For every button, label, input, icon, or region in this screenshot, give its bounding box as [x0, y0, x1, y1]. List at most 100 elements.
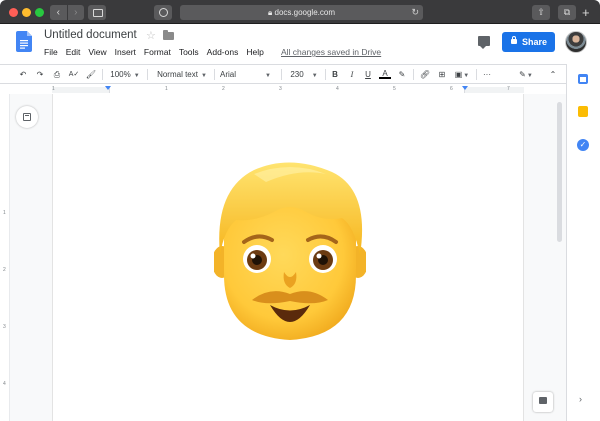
minimize-window-button[interactable]: [22, 8, 31, 17]
privacy-report-icon[interactable]: [154, 5, 172, 20]
spellcheck-icon[interactable]: A✓: [67, 68, 81, 81]
ruler-number: 1: [52, 86, 55, 92]
document-outline-button[interactable]: [16, 106, 38, 128]
side-panel: ✓ ›: [566, 64, 600, 421]
calendar-icon[interactable]: [578, 74, 588, 84]
menu-bar: File Edit View Insert Format Tools Add-o…: [44, 47, 264, 57]
italic-button[interactable]: I: [346, 68, 358, 81]
reload-icon[interactable]: ↻: [411, 5, 419, 20]
ruler-number: 2: [3, 267, 6, 273]
address-bar[interactable]: 🔒︎ docs.google.com ↻: [180, 5, 423, 20]
right-indent-marker[interactable]: [462, 86, 468, 90]
chevron-down-icon: ▼: [311, 73, 318, 79]
chevron-down-icon: ▼: [526, 73, 533, 79]
redo-icon[interactable]: ↷: [33, 68, 47, 81]
safari-share-icon[interactable]: ⇧: [532, 5, 550, 20]
ruler-number: 7: [507, 86, 510, 92]
tab-overview-icon[interactable]: ⧉: [558, 5, 576, 20]
toolbar-divider: [476, 69, 477, 80]
chevron-down-icon: ▼: [133, 73, 140, 79]
insert-link-icon[interactable]: 🔗︎: [418, 68, 432, 81]
paint-format-icon[interactable]: 🖌︎: [84, 68, 98, 81]
explore-button[interactable]: [533, 392, 553, 412]
ruler-number: 2: [222, 86, 225, 92]
sidebar-toggle-icon[interactable]: [88, 5, 106, 20]
save-status-link[interactable]: All changes saved in Drive: [281, 47, 381, 57]
history-nav: ‹ ›: [50, 5, 84, 20]
menu-insert[interactable]: Insert: [115, 47, 136, 57]
undo-icon[interactable]: ↶: [16, 68, 30, 81]
insert-image-icon[interactable]: ▣▼: [452, 68, 472, 81]
collapse-menu-icon[interactable]: ⌃: [546, 68, 560, 81]
font-size-value: 230: [290, 70, 304, 79]
menu-help[interactable]: Help: [246, 47, 263, 57]
more-options-button[interactable]: ···: [480, 68, 494, 81]
ruler-number: 5: [393, 86, 396, 92]
bold-button[interactable]: B: [329, 68, 341, 81]
man-emoji-icon[interactable]: [214, 160, 366, 343]
print-icon[interactable]: ⎙: [50, 68, 64, 81]
maximize-window-button[interactable]: [35, 8, 44, 17]
toolbar-divider: [102, 69, 103, 80]
toolbar-divider: [214, 69, 215, 80]
zoom-select[interactable]: 100% ▼: [108, 68, 142, 81]
menu-tools[interactable]: Tools: [179, 47, 199, 57]
outline-icon: [23, 113, 31, 121]
new-tab-button[interactable]: +: [582, 6, 590, 19]
lock-icon: [511, 36, 517, 44]
ruler-number: 4: [3, 381, 6, 387]
highlight-color-icon[interactable]: ✎: [396, 68, 408, 81]
add-comment-icon[interactable]: ⊞: [436, 68, 448, 81]
vertical-scrollbar[interactable]: [557, 102, 562, 242]
menu-format[interactable]: Format: [144, 47, 171, 57]
star-icon[interactable]: ☆: [146, 29, 156, 42]
chevron-right-icon[interactable]: ›: [579, 394, 582, 404]
browser-titlebar: ‹ › 🔒︎ docs.google.com ↻ ⇧ ⧉ +: [0, 0, 600, 24]
menu-addons[interactable]: Add-ons: [207, 47, 239, 57]
docs-logo-icon[interactable]: [16, 31, 32, 52]
toolbar-divider: [325, 69, 326, 80]
browser-window: ‹ › 🔒︎ docs.google.com ↻ ⇧ ⧉ + Untitled …: [0, 0, 600, 421]
chevron-down-icon: ▼: [200, 73, 207, 79]
menu-edit[interactable]: Edit: [66, 47, 81, 57]
menu-file[interactable]: File: [44, 47, 58, 57]
forward-button[interactable]: ›: [66, 5, 85, 20]
chevron-down-icon: ▼: [265, 73, 271, 79]
paragraph-style-value: Normal text: [157, 70, 198, 79]
font-select[interactable]: Arial ▼: [220, 68, 276, 81]
docs-header: Untitled document ☆ File Edit View Inser…: [0, 24, 600, 64]
close-window-button[interactable]: [9, 8, 18, 17]
document-page[interactable]: [52, 94, 524, 421]
toolbar-divider: [147, 69, 148, 80]
horizontal-ruler[interactable]: 1 1 2 3 4 5 6 7: [52, 85, 524, 94]
keep-icon[interactable]: [578, 106, 588, 117]
toolbar-divider: [281, 69, 282, 80]
document-title[interactable]: Untitled document: [44, 29, 137, 41]
comment-history-icon[interactable]: [478, 36, 490, 49]
zoom-value: 100%: [110, 70, 131, 79]
menu-view[interactable]: View: [88, 47, 106, 57]
font-size-select[interactable]: 230 ▼: [287, 68, 321, 81]
chevron-down-icon: ▼: [463, 73, 470, 79]
document-canvas[interactable]: 1 2 3 4: [0, 94, 566, 421]
tasks-icon[interactable]: ✓: [577, 139, 589, 151]
paragraph-style-select[interactable]: Normal text ▼: [153, 68, 211, 81]
account-avatar[interactable]: [565, 31, 587, 53]
text-color-button[interactable]: A: [379, 68, 391, 79]
share-button[interactable]: Share: [502, 32, 555, 52]
underline-button[interactable]: U: [362, 68, 374, 81]
ruler-number: 3: [279, 86, 282, 92]
left-indent-marker[interactable]: [105, 86, 111, 90]
font-value: Arial: [220, 70, 237, 79]
formatting-toolbar: ↶ ↷ ⎙ A✓ 🖌︎ 100% ▼ Normal text ▼ Arial ▼ 23…: [0, 64, 566, 84]
ruler-number: 4: [336, 86, 339, 92]
back-button[interactable]: ‹: [50, 5, 67, 20]
vertical-ruler[interactable]: 1 2 3 4: [0, 94, 10, 421]
editing-mode-icon[interactable]: ✎▼: [516, 68, 536, 81]
share-button-label: Share: [522, 37, 548, 47]
ruler-number: 1: [3, 210, 6, 216]
toolbar-divider: [413, 69, 414, 80]
url-text: docs.google.com: [274, 8, 335, 17]
move-folder-icon[interactable]: [163, 30, 174, 40]
ruler-number: 1: [165, 86, 168, 92]
